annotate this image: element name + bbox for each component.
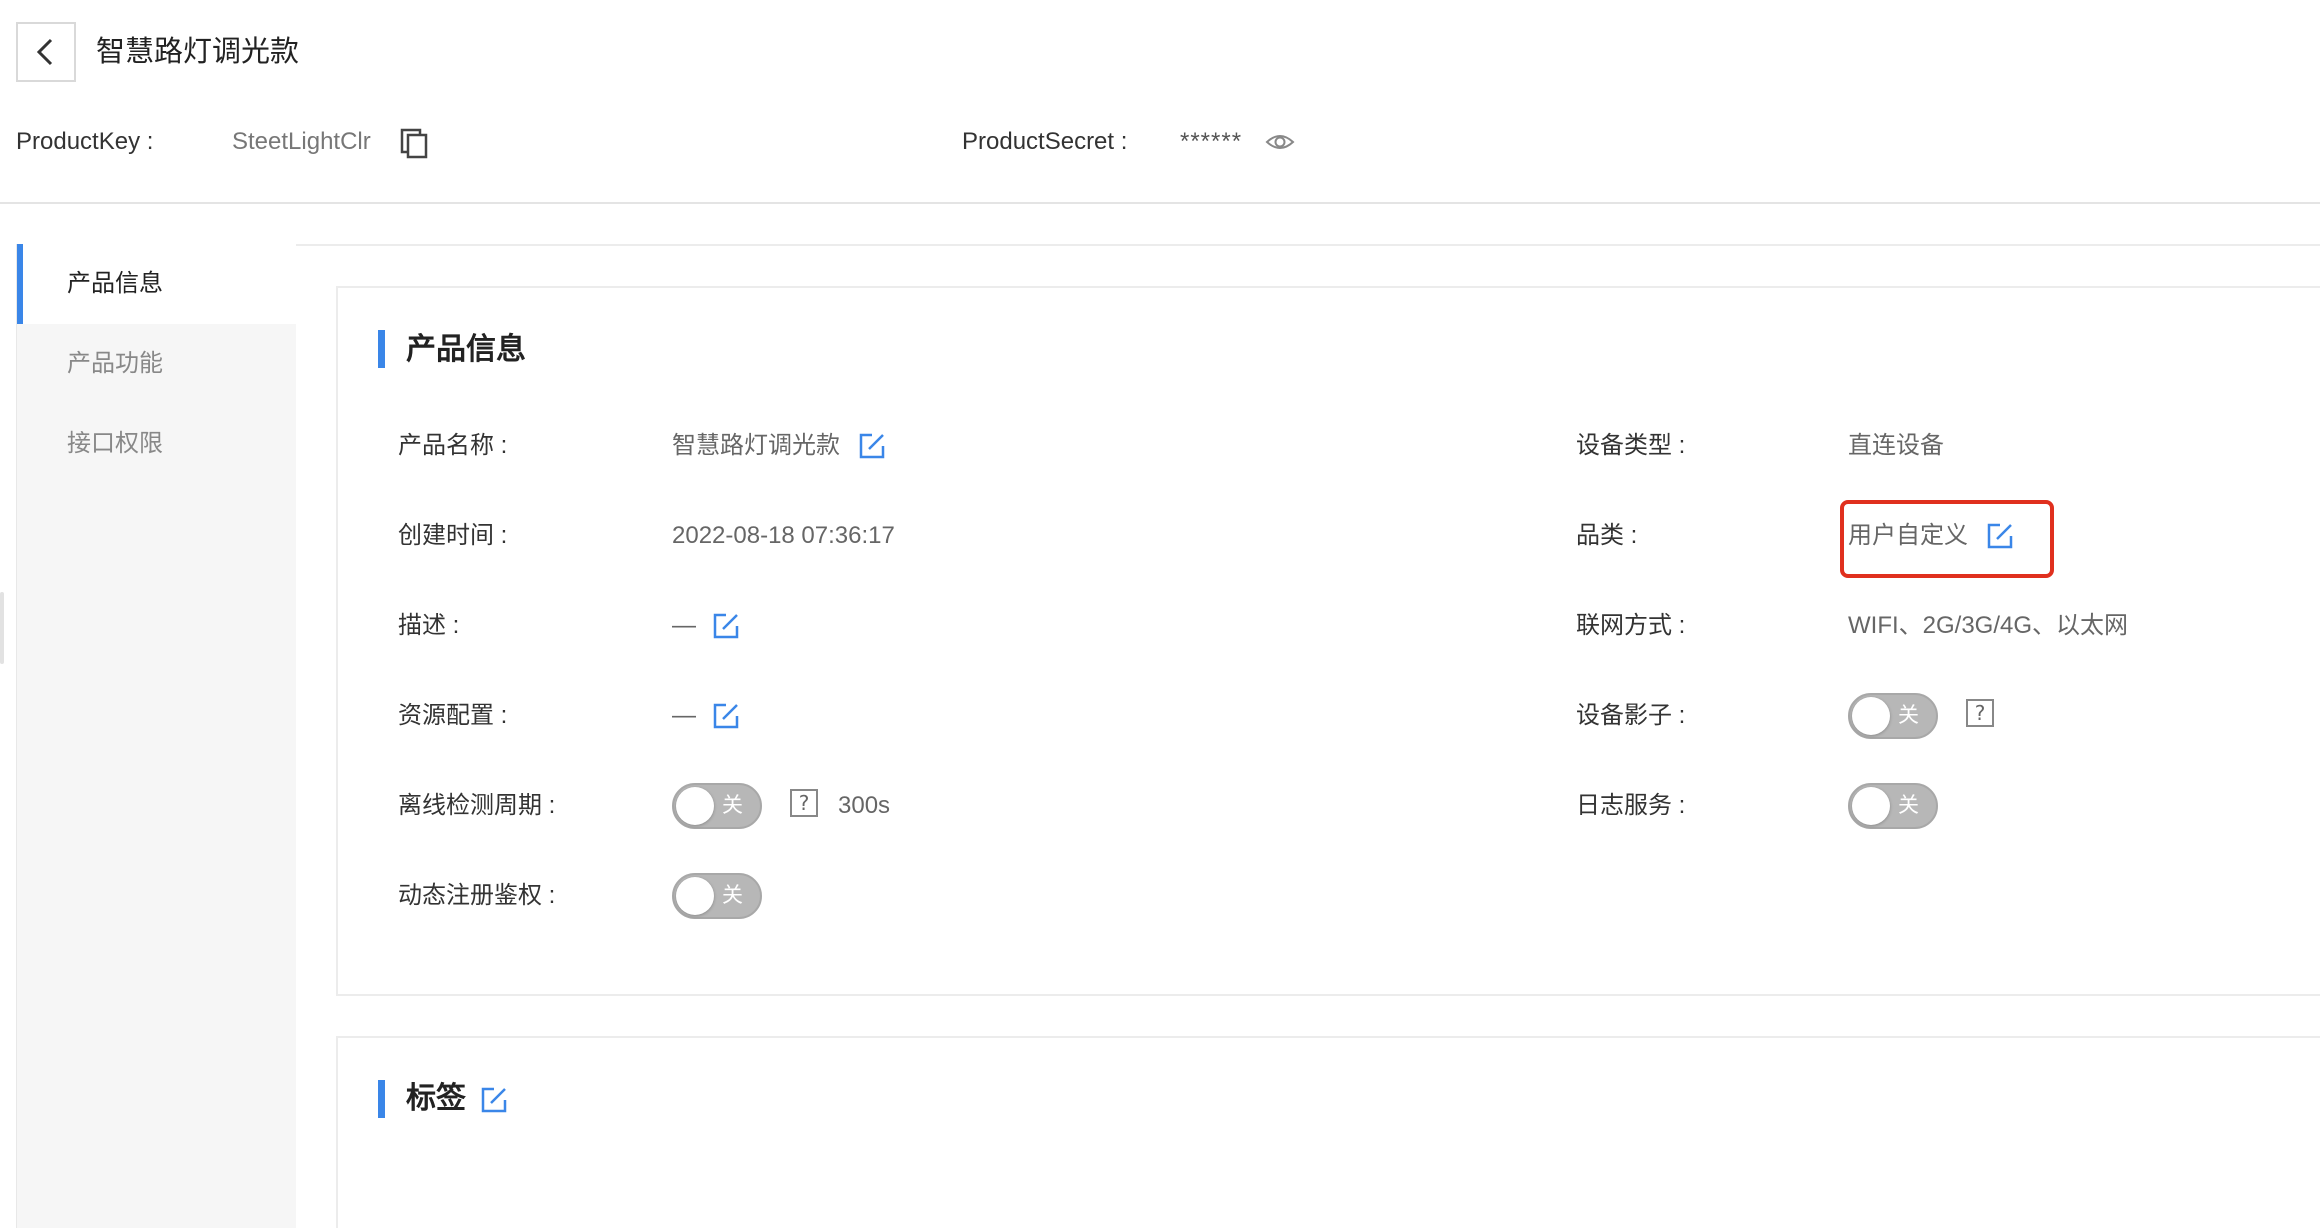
header-divider bbox=[0, 202, 2320, 204]
sidebar-item-label: 产品功能 bbox=[67, 350, 163, 377]
toggle-label: 关 bbox=[1898, 704, 1919, 727]
resource-config-value: — bbox=[672, 702, 696, 729]
device-shadow-toggle[interactable]: 关 bbox=[1848, 693, 1938, 739]
sidebar: 产品信息 产品功能 接口权限 bbox=[16, 244, 297, 1228]
sidebar-item-product-features[interactable]: 产品功能 bbox=[17, 324, 297, 404]
edit-product-name-icon[interactable] bbox=[858, 432, 886, 460]
edit-tags-icon[interactable] bbox=[480, 1086, 508, 1114]
network-value: WIFI、2G/3G/4G、以太网 bbox=[1848, 612, 2129, 639]
log-service-label: 日志服务 : bbox=[1576, 792, 1686, 819]
product-secret-label: ProductSecret : bbox=[962, 128, 1128, 155]
toggle-label: 关 bbox=[722, 794, 743, 817]
toggle-knob bbox=[676, 877, 714, 915]
sidebar-item-label: 产品信息 bbox=[67, 270, 163, 297]
dynamic-register-label: 动态注册鉴权 : bbox=[398, 882, 556, 909]
sidebar-item-label: 接口权限 bbox=[67, 430, 163, 457]
help-icon[interactable]: ? bbox=[790, 789, 818, 817]
product-key-value: SteetLightClr bbox=[232, 128, 371, 155]
content-top-border bbox=[296, 244, 2320, 246]
toggle-label: 关 bbox=[1898, 794, 1919, 817]
device-shadow-label: 设备影子 : bbox=[1576, 702, 1686, 729]
dynamic-register-toggle[interactable]: 关 bbox=[672, 873, 762, 919]
section-accent-bar bbox=[378, 1080, 385, 1118]
left-edge-handle bbox=[0, 592, 4, 664]
edit-resource-config-icon[interactable] bbox=[712, 702, 740, 730]
help-icon[interactable]: ? bbox=[1966, 699, 1994, 727]
offline-period-label: 离线检测周期 : bbox=[398, 792, 556, 819]
description-value: — bbox=[672, 612, 696, 639]
resource-config-label: 资源配置 : bbox=[398, 702, 508, 729]
product-name-value: 智慧路灯调光款 bbox=[672, 432, 840, 459]
device-type-label: 设备类型 : bbox=[1576, 432, 1686, 459]
section-title-product-info: 产品信息 bbox=[406, 333, 526, 366]
copy-icon[interactable] bbox=[398, 126, 432, 160]
description-label: 描述 : bbox=[398, 612, 460, 639]
network-label: 联网方式 : bbox=[1576, 612, 1686, 639]
section-title-tags: 标签 bbox=[406, 1082, 466, 1115]
category-label: 品类 : bbox=[1576, 522, 1638, 549]
created-time-value: 2022-08-18 07:36:17 bbox=[672, 522, 895, 549]
toggle-knob bbox=[676, 787, 714, 825]
offline-period-toggle[interactable]: 关 bbox=[672, 783, 762, 829]
edit-description-icon[interactable] bbox=[712, 612, 740, 640]
product-name-label: 产品名称 : bbox=[398, 432, 508, 459]
back-button[interactable] bbox=[16, 22, 76, 82]
product-key-label: ProductKey : bbox=[16, 128, 154, 155]
device-type-value: 直连设备 bbox=[1848, 432, 1944, 459]
chevron-left-icon bbox=[36, 38, 53, 66]
page-title: 智慧路灯调光款 bbox=[96, 36, 300, 68]
sidebar-item-product-info[interactable]: 产品信息 bbox=[17, 244, 297, 324]
category-highlight-box bbox=[1840, 500, 2054, 578]
eye-icon[interactable] bbox=[1264, 128, 1296, 156]
tags-card bbox=[336, 1036, 2320, 1228]
log-service-toggle[interactable]: 关 bbox=[1848, 783, 1938, 829]
sidebar-item-api-permissions[interactable]: 接口权限 bbox=[17, 404, 297, 484]
toggle-knob bbox=[1852, 787, 1890, 825]
offline-period-value: 300s bbox=[838, 792, 891, 819]
section-accent-bar bbox=[378, 330, 385, 368]
toggle-knob bbox=[1852, 697, 1890, 735]
product-secret-value: ****** bbox=[1180, 128, 1243, 155]
created-time-label: 创建时间 : bbox=[398, 522, 508, 549]
toggle-label: 关 bbox=[722, 884, 743, 907]
